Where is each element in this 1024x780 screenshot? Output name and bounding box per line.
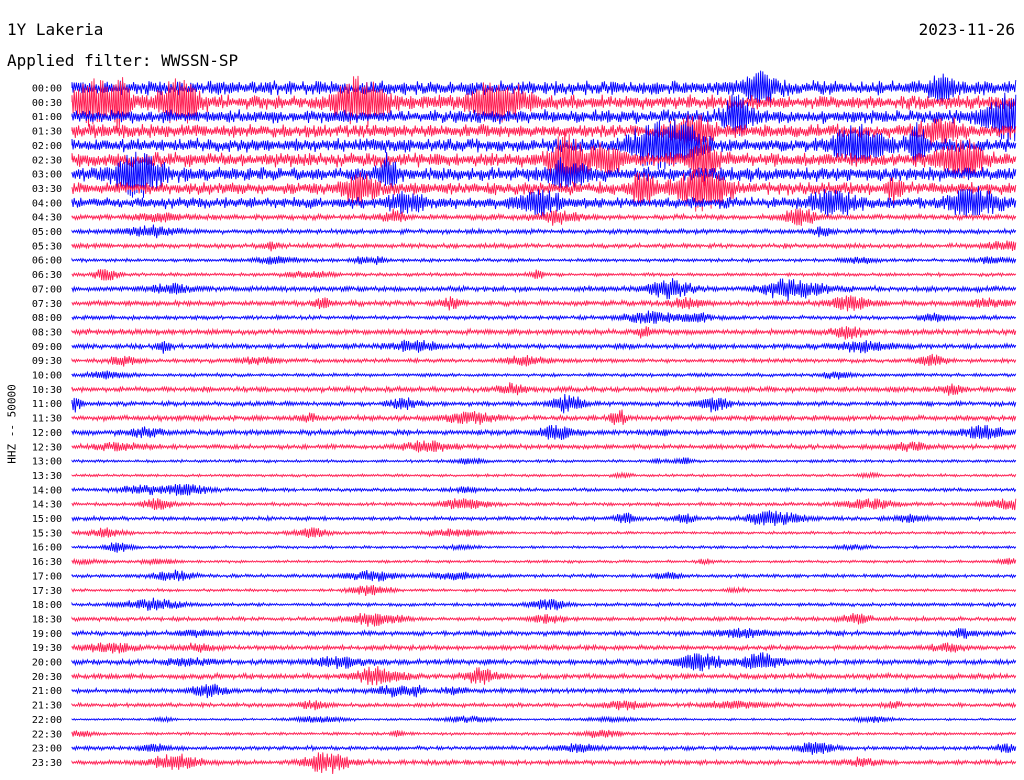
trace-1930 (71, 642, 1017, 654)
time-tick-label: 16:00 (32, 543, 62, 554)
time-tick-label: 21:00 (32, 686, 62, 697)
trace-1230 (71, 440, 1017, 453)
trace-0630 (71, 269, 1017, 281)
time-tick-label: 09:30 (32, 356, 62, 367)
trace-1200 (71, 424, 1017, 440)
time-tick-label: 15:00 (32, 514, 62, 525)
time-tick-label: 01:30 (32, 127, 62, 138)
time-tick-label: 10:00 (32, 371, 62, 382)
time-tick-label: 19:30 (32, 643, 62, 654)
time-tick-label: 03:00 (32, 170, 62, 181)
trace-2030 (71, 666, 1017, 686)
time-tick-label: 05:30 (32, 241, 62, 252)
time-tick-label: 12:30 (32, 442, 62, 453)
trace-1430 (71, 498, 1017, 511)
trace-1630 (71, 557, 1017, 567)
time-tick-label: 21:30 (32, 701, 62, 712)
trace-0700 (71, 278, 1017, 301)
time-tick-label: 17:30 (32, 586, 62, 597)
trace-1130 (71, 409, 1017, 426)
trace-2000 (71, 652, 1017, 672)
trace-0900 (71, 339, 1017, 354)
trace-1700 (71, 569, 1017, 582)
time-tick-label: 10:30 (32, 385, 62, 396)
time-tick-label: 14:00 (32, 485, 62, 496)
trace-2300 (71, 741, 1017, 755)
time-tick-label: 07:00 (32, 284, 62, 295)
time-tick-label: 13:30 (32, 471, 62, 482)
time-tick-label: 06:00 (32, 256, 62, 267)
time-tick-label: 15:30 (32, 528, 62, 539)
trace-1330 (71, 471, 1017, 480)
trace-1100 (71, 393, 1017, 414)
trace-1300 (71, 457, 1017, 465)
time-tick-label: 01:00 (32, 112, 62, 123)
time-tick-label: 23:00 (32, 744, 62, 755)
trace-0600 (71, 255, 1017, 266)
trace-2230 (71, 729, 1017, 738)
trace-0800 (71, 310, 1017, 324)
time-tick-label: 22:30 (32, 729, 62, 740)
trace-0830 (71, 326, 1017, 340)
time-tick-label: 02:00 (32, 141, 62, 152)
trace-0530 (71, 240, 1017, 252)
time-tick-label: 08:30 (32, 327, 62, 338)
time-tick-label: 20:00 (32, 658, 62, 669)
time-tick-label: 23:30 (32, 758, 62, 769)
time-tick-label: 00:00 (32, 84, 62, 95)
time-tick-label: 16:30 (32, 557, 62, 568)
time-tick-label: 05:00 (32, 227, 62, 238)
time-tick-label: 18:30 (32, 614, 62, 625)
time-tick-label: 22:00 (32, 715, 62, 726)
trace-1900 (71, 627, 1017, 639)
trace-1730 (71, 584, 1017, 596)
trace-0730 (71, 295, 1017, 312)
trace-1000 (71, 370, 1017, 380)
time-tick-label: 20:30 (32, 672, 62, 683)
trace-0930 (71, 353, 1017, 367)
time-tick-label: 18:00 (32, 600, 62, 611)
time-tick-label: 17:00 (32, 571, 62, 582)
time-tick-label: 04:30 (32, 213, 62, 224)
trace-1830 (71, 612, 1017, 627)
trace-2100 (71, 683, 1017, 699)
trace-2330 (71, 752, 1017, 775)
trace-1600 (71, 542, 1017, 553)
time-tick-label: 04:00 (32, 198, 62, 209)
time-tick-label: 14:30 (32, 500, 62, 511)
time-tick-label: 07:30 (32, 299, 62, 310)
trace-2200 (71, 715, 1017, 724)
trace-0500 (71, 224, 1017, 239)
time-tick-label: 00:30 (32, 98, 62, 109)
time-tick-label: 12:00 (32, 428, 62, 439)
time-tick-label: 19:00 (32, 629, 62, 640)
time-tick-label: 09:00 (32, 342, 62, 353)
time-tick-label: 02:30 (32, 155, 62, 166)
trace-1500 (71, 510, 1017, 527)
time-tick-label: 03:30 (32, 184, 62, 195)
trace-0030 (71, 75, 1017, 131)
time-tick-label: 11:00 (32, 399, 62, 410)
time-tick-label: 11:30 (32, 414, 62, 425)
trace-1800 (71, 597, 1017, 611)
trace-1030 (71, 382, 1017, 396)
trace-1400 (71, 483, 1017, 496)
trace-0230 (71, 130, 1017, 189)
seismogram-plot: 00:00 00:30 01:00 01:30 02:00 02:30 03:00 03:30… (32, 70, 1017, 775)
time-tick-label: 13:00 (32, 457, 62, 468)
trace-1530 (71, 527, 1017, 539)
time-tick-label: 06:30 (32, 270, 62, 281)
trace-2130 (71, 700, 1017, 711)
time-tick-label: 08:00 (32, 313, 62, 324)
